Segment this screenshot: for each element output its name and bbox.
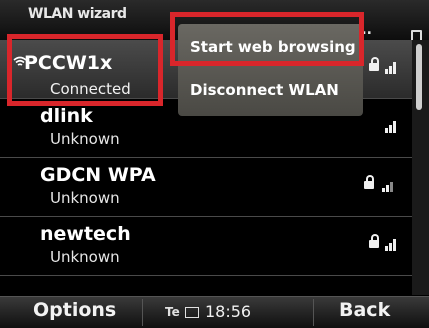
lock-icon — [364, 175, 374, 189]
signal-strength-icon — [382, 178, 396, 192]
signal-strength-icon — [385, 119, 399, 133]
network-status: Unknown — [50, 248, 120, 266]
clock-time: 18:56 — [205, 302, 252, 321]
back-softkey[interactable]: Back — [339, 299, 390, 321]
signal-strength-icon — [385, 237, 399, 251]
lock-icon — [369, 57, 379, 71]
scrollbar[interactable] — [412, 40, 429, 295]
network-indicator: Te — [165, 305, 180, 319]
menu-item-disconnect-wlan[interactable]: Disconnect WLAN — [190, 81, 339, 99]
scrollbar-thumb[interactable] — [416, 44, 422, 110]
network-item-newtech[interactable]: newtech Unknown — [0, 217, 412, 276]
highlight-box-start-web-browsing — [170, 12, 364, 66]
lock-icon — [369, 234, 379, 248]
clock-area: Te 18:56 — [142, 299, 314, 326]
network-item-gdcn-wpa[interactable]: GDCN WPA Unknown — [0, 158, 412, 217]
highlight-box-connected-network — [7, 34, 163, 106]
network-status: Unknown — [50, 189, 120, 207]
window-title: WLAN wizard — [28, 6, 127, 22]
network-name: newtech — [40, 223, 131, 245]
network-name: dlink — [40, 105, 93, 127]
envelope-icon — [185, 307, 199, 318]
softkey-bar: Options Te 18:56 Back — [0, 296, 429, 328]
network-name: GDCN WPA — [40, 164, 156, 186]
options-softkey[interactable]: Options — [33, 299, 116, 321]
signal-strength-icon — [385, 60, 399, 74]
network-status: Unknown — [50, 130, 120, 148]
